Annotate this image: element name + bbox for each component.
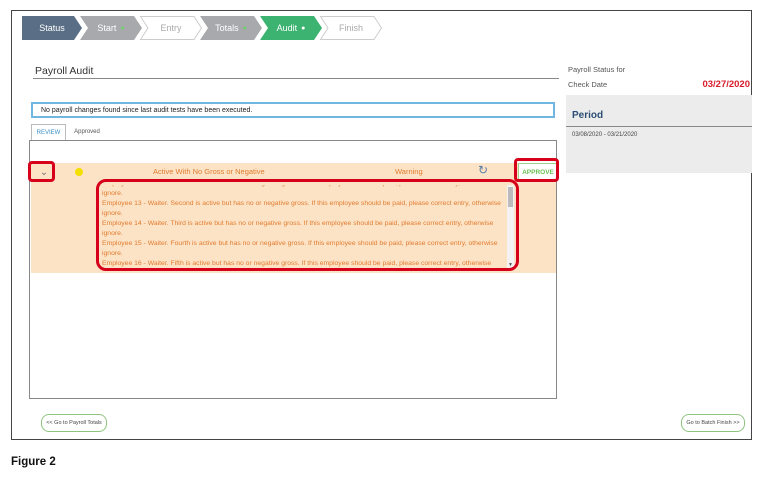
page-title: Payroll Audit (35, 65, 94, 77)
step-finish[interactable]: Finish (320, 16, 382, 40)
divider (566, 126, 752, 127)
tab-approved[interactable]: Approved (69, 124, 105, 140)
tab-review[interactable]: REVIEW (31, 124, 66, 141)
figure-caption: Figure 2 (11, 456, 56, 468)
severity-label: Warning (395, 167, 423, 176)
audit-rule-title: Active With No Gross or Negative (153, 167, 265, 176)
period-label: Period (572, 110, 604, 121)
step-status[interactable]: Status (22, 16, 82, 40)
audit-row-header: ⌄ Active With No Gross or Negative Warni… (31, 163, 558, 181)
check-date-value: 03/27/2020 (702, 79, 750, 90)
app-frame: Status Start ● Entry Totals ● Audit ● Fi… (11, 10, 752, 440)
step-totals[interactable]: Totals ● (200, 16, 262, 40)
period-range: 03/08/2020 - 03/21/2020 (572, 132, 638, 138)
go-to-payroll-totals-button[interactable]: << Go to Payroll Totals (41, 414, 107, 432)
check-icon: ● (120, 24, 125, 32)
divider (33, 78, 559, 79)
check-icon: ● (242, 24, 247, 32)
step-audit[interactable]: Audit ● (260, 16, 322, 40)
notice-banner: No payroll changes found since last audi… (31, 102, 555, 118)
highlight-box (28, 161, 55, 182)
warning-dot-icon (75, 168, 83, 176)
check-icon: ● (301, 24, 306, 32)
step-start[interactable]: Start ● (80, 16, 142, 40)
check-date-label: Check Date (568, 80, 608, 89)
period-box: Period 03/08/2020 - 03/21/2020 (566, 95, 752, 173)
refresh-icon[interactable]: ↻ (478, 163, 488, 177)
go-to-batch-finish-button[interactable]: Go to Batch Finish >> (681, 414, 745, 432)
highlight-box (514, 158, 559, 182)
highlight-box (96, 179, 519, 271)
status-title: Payroll Status for (568, 65, 626, 74)
step-entry[interactable]: Entry (140, 16, 202, 40)
audit-panel: ⌄ Active With No Gross or Negative Warni… (28, 140, 559, 399)
